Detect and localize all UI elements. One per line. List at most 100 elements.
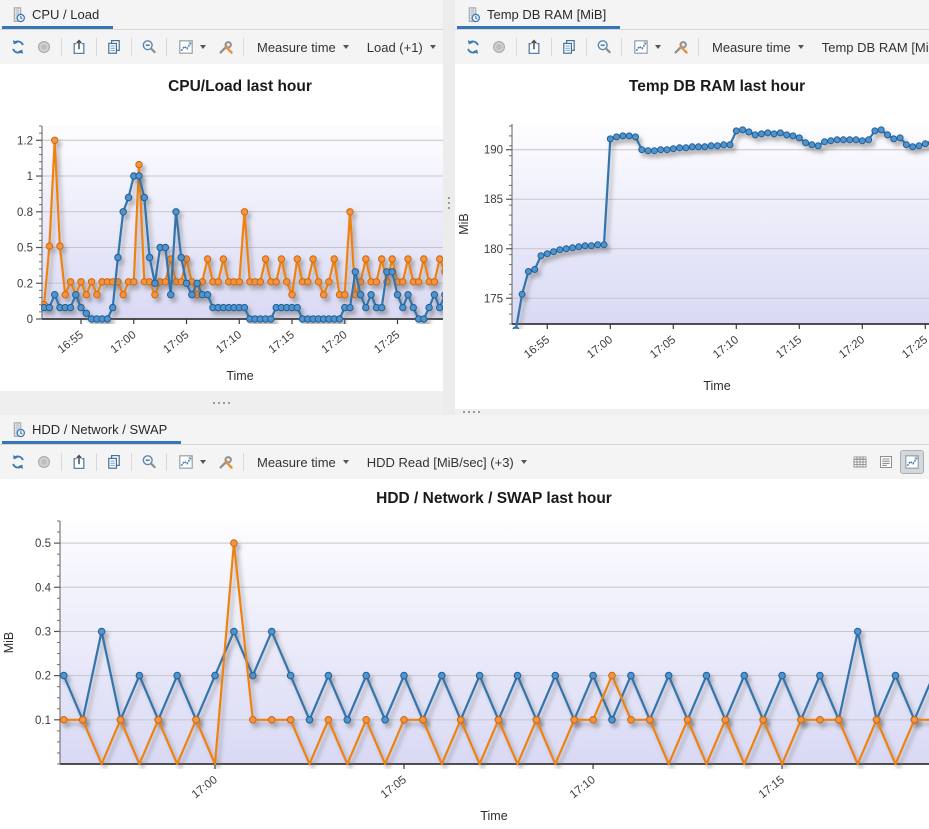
settings-button[interactable] [669, 35, 693, 59]
copy-button[interactable] [557, 35, 581, 59]
chart-icon [633, 39, 649, 55]
dashboard-icon [10, 422, 26, 438]
toolbar-separator [131, 38, 132, 56]
toolbar-separator [698, 38, 699, 56]
series-dropdown[interactable]: Temp DB RAM [MiB] [814, 35, 929, 59]
toolbar-separator [61, 453, 62, 471]
svg-text:CPU/Load last hour: CPU/Load last hour [168, 78, 312, 95]
chart-type-dropdown[interactable] [172, 35, 212, 59]
tab-temp-db-ram[interactable]: Temp DB RAM [MiB] [457, 0, 620, 29]
splitter-handle-icon [448, 197, 450, 209]
svg-text:17:20: 17:20 [837, 334, 867, 361]
chart-type-dropdown[interactable] [172, 450, 212, 474]
panel-hdd-network-swap: HDD / Network / SWAP Measure time HDD Re… [0, 415, 929, 829]
zoom-out-button[interactable] [592, 35, 616, 59]
measure-time-dropdown[interactable]: Measure time [249, 450, 357, 474]
svg-text:HDD / Network / SWAP last hour: HDD / Network / SWAP last hour [376, 490, 612, 507]
temp-db-ram-chart-canvas: 17518018519016:5517:0017:0517:1017:1517:… [455, 64, 929, 409]
toolbar-separator [96, 453, 97, 471]
temp-db-ram-chart[interactable]: 17518018519016:5517:0017:0517:1017:1517:… [455, 64, 929, 409]
svg-text:17:05: 17:05 [648, 334, 678, 361]
cpu-load-chart[interactable]: 00.20.50.811.216:5517:0017:0517:1017:151… [0, 64, 443, 391]
copy-button[interactable] [102, 35, 126, 59]
svg-text:17:25: 17:25 [372, 329, 402, 356]
svg-text:17:15: 17:15 [757, 774, 787, 801]
panel-cpu-load: CPU / Load Measure time Load (+1) [0, 0, 443, 415]
chart-icon [178, 454, 194, 470]
list-view-button[interactable] [874, 450, 898, 474]
chevron-down-icon [521, 460, 527, 464]
svg-text:0.5: 0.5 [17, 243, 33, 255]
toolbar-separator [516, 38, 517, 56]
toolbar-separator [243, 453, 244, 471]
toolbar-separator [61, 38, 62, 56]
copy-button[interactable] [102, 450, 126, 474]
svg-text:16:55: 16:55 [56, 329, 86, 356]
measure-time-label: Measure time [712, 40, 791, 55]
export-button[interactable] [522, 35, 546, 59]
svg-text:17:10: 17:10 [214, 329, 244, 356]
record-button[interactable] [487, 35, 511, 59]
horizontal-splitter[interactable] [0, 391, 443, 415]
refresh-button[interactable] [6, 450, 30, 474]
zoom-out-button[interactable] [137, 450, 161, 474]
splitter-handle-icon [463, 411, 480, 413]
toolbar-separator [586, 38, 587, 56]
tab-hdd-network-swap[interactable]: HDD / Network / SWAP [2, 415, 181, 444]
export-icon [526, 39, 542, 55]
toolbar-separator [96, 38, 97, 56]
export-button[interactable] [67, 35, 91, 59]
record-button[interactable] [32, 450, 56, 474]
toolbar-separator [131, 453, 132, 471]
settings-button[interactable] [214, 35, 238, 59]
svg-text:17:00: 17:00 [190, 774, 220, 801]
chart-type-dropdown[interactable] [627, 35, 667, 59]
grid-view-button[interactable] [848, 450, 872, 474]
svg-text:17:10: 17:10 [568, 774, 598, 801]
chart-view-button[interactable] [900, 450, 924, 474]
svg-text:190: 190 [484, 145, 503, 157]
svg-text:17:25: 17:25 [900, 334, 929, 361]
active-tab-underline [457, 26, 620, 29]
svg-text:16:55: 16:55 [522, 334, 552, 361]
hdd-network-swap-toolbar: Measure time HDD Read [MiB/sec] (+3) [0, 445, 929, 479]
svg-text:MiB: MiB [2, 632, 16, 654]
refresh-icon [10, 39, 26, 55]
settings-button[interactable] [214, 450, 238, 474]
measure-time-label: Measure time [257, 40, 336, 55]
refresh-button[interactable] [6, 35, 30, 59]
chevron-down-icon [343, 460, 349, 464]
toolbar-separator [166, 38, 167, 56]
hdd-network-swap-chart-canvas: 0.10.20.30.40.517:0017:0517:1017:15HDD /… [0, 479, 929, 829]
record-icon [36, 39, 52, 55]
svg-text:17:10: 17:10 [711, 334, 741, 361]
hdd-network-swap-chart[interactable]: 0.10.20.30.40.517:0017:0517:1017:15HDD /… [0, 479, 929, 829]
tab-hdd-network-swap-label: HDD / Network / SWAP [32, 422, 167, 437]
chevron-down-icon [655, 45, 661, 49]
refresh-button[interactable] [461, 35, 485, 59]
tab-cpu-load[interactable]: CPU / Load [2, 0, 113, 29]
toolbar-separator [243, 38, 244, 56]
tab-cpu-load-label: CPU / Load [32, 7, 99, 22]
record-icon [491, 39, 507, 55]
measure-time-dropdown[interactable]: Measure time [249, 35, 357, 59]
series-dropdown-label: Load (+1) [367, 40, 423, 55]
svg-text:MiB: MiB [457, 213, 471, 235]
svg-text:0.5: 0.5 [35, 538, 51, 550]
hdd-network-swap-tabbar: HDD / Network / SWAP [0, 415, 929, 445]
splitter-handle-icon [213, 402, 230, 404]
record-button[interactable] [32, 35, 56, 59]
measure-time-dropdown[interactable]: Measure time [704, 35, 812, 59]
export-button[interactable] [67, 450, 91, 474]
svg-text:17:05: 17:05 [379, 774, 409, 801]
list-icon [878, 454, 894, 470]
active-tab-underline [2, 441, 181, 444]
svg-text:17:00: 17:00 [109, 329, 139, 356]
wrench-icon [218, 454, 234, 470]
zoom-out-button[interactable] [137, 35, 161, 59]
svg-text:180: 180 [484, 244, 503, 256]
svg-text:0: 0 [27, 314, 33, 326]
series-dropdown[interactable]: HDD Read [MiB/sec] (+3) [359, 450, 535, 474]
vertical-splitter[interactable] [443, 0, 455, 415]
series-dropdown[interactable]: Load (+1) [359, 35, 444, 59]
